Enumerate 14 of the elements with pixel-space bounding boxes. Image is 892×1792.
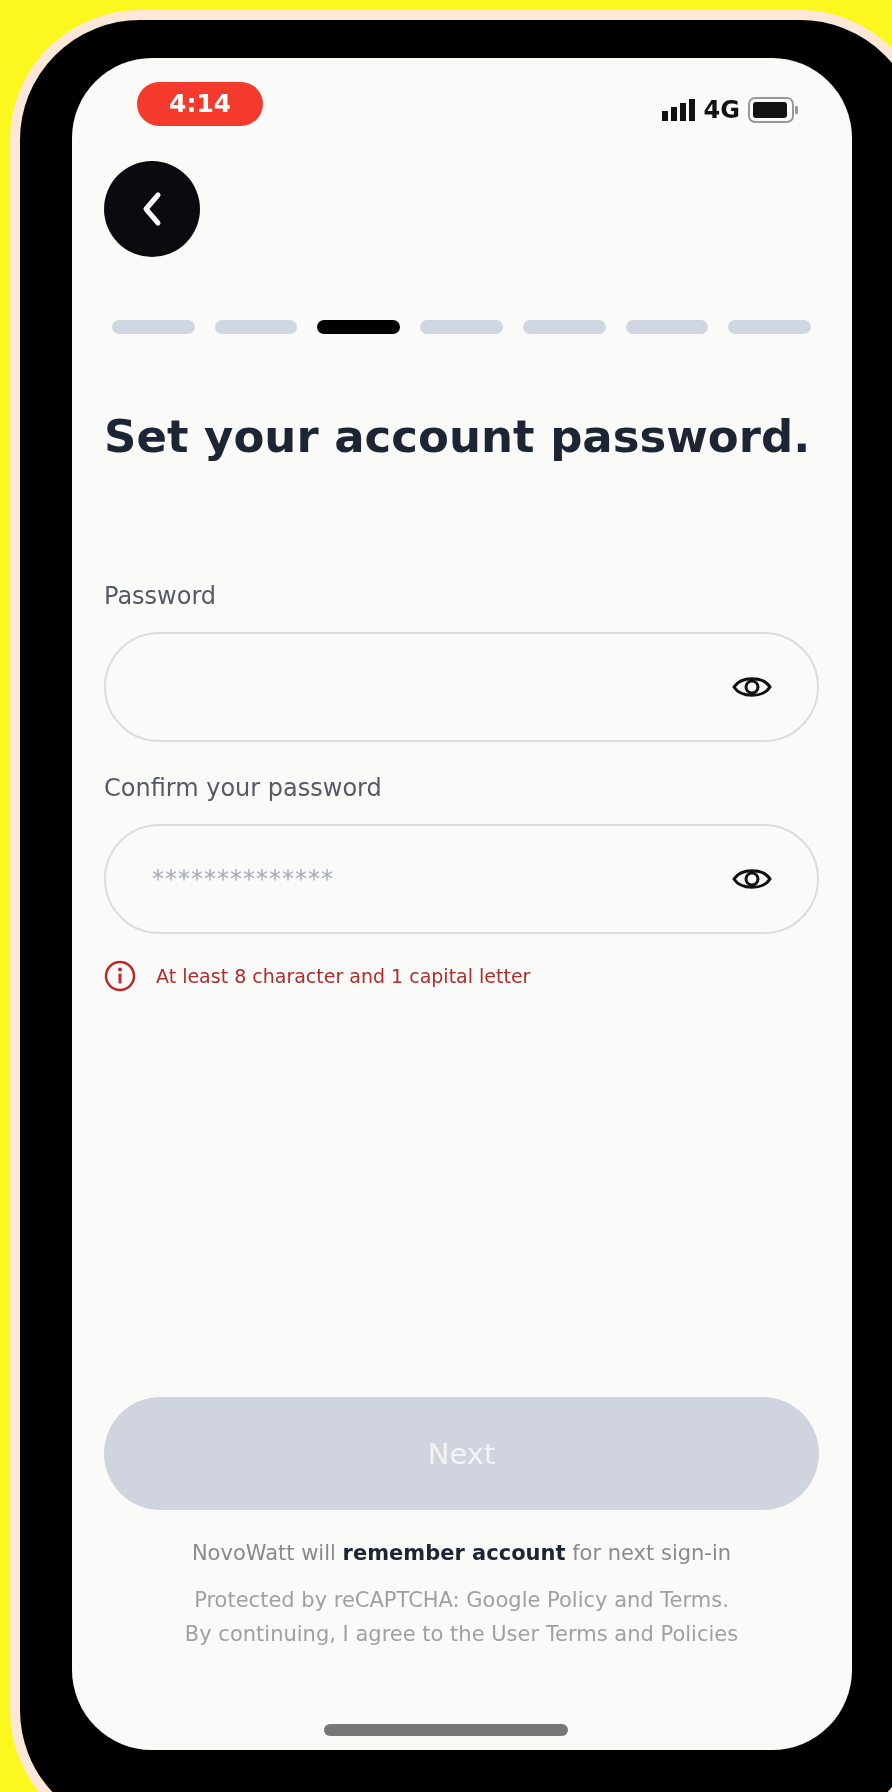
field-label: Confirm your password — [104, 773, 383, 804]
status-time: 4:14 — [137, 82, 264, 126]
page-title: Set your account password. — [104, 409, 812, 465]
info-icon — [104, 960, 136, 992]
remember-note: NovoWatt will remember account for next sign-in — [190, 1540, 733, 1567]
error-message: At least 8 character and 1 capital letter — [156, 965, 531, 987]
signal-icon — [661, 99, 696, 121]
password-field[interactable]: ************** — [104, 824, 819, 934]
legal-text: By continuing, I agree to the User Terms and Policies — [183, 1621, 740, 1648]
battery-icon — [748, 97, 800, 123]
password-field[interactable] — [104, 632, 819, 742]
legal-text: Protected by reCAPTCHA: Google Policy and Terms. — [193, 1587, 730, 1614]
network-label: 4G — [703, 96, 740, 124]
field-label: Password — [104, 581, 218, 612]
